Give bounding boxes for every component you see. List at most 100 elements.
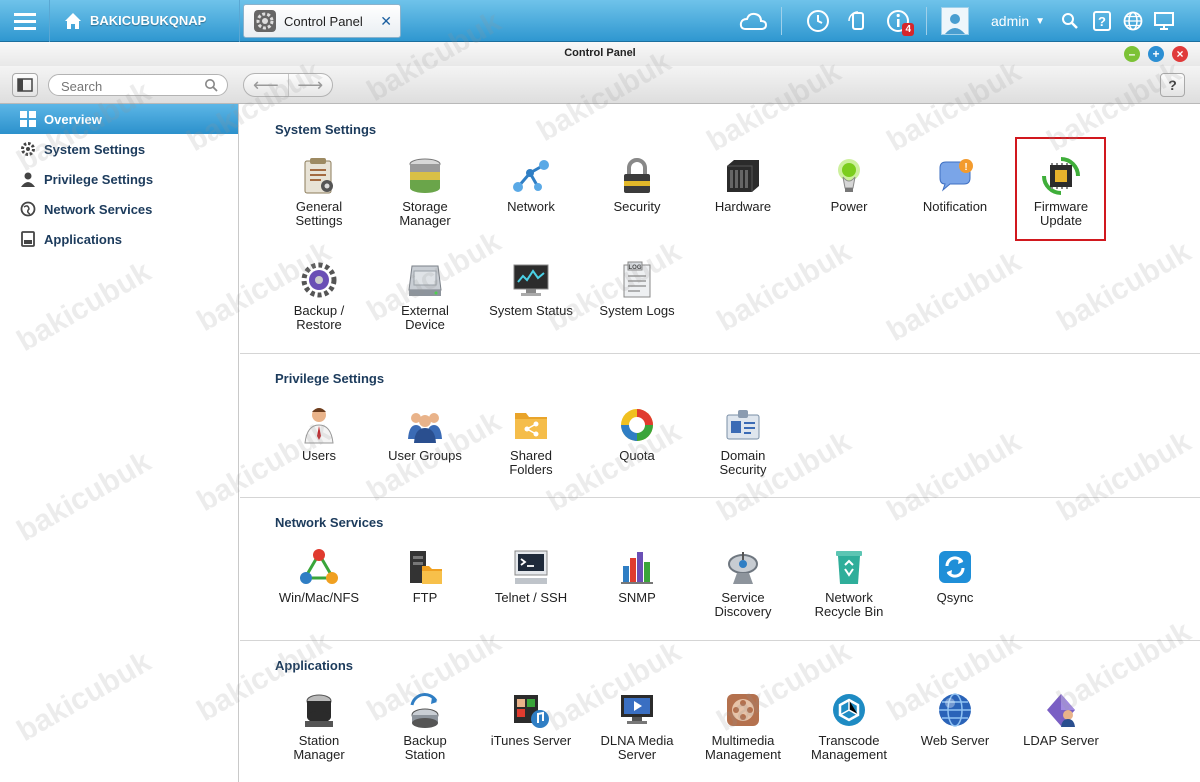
network-recycle-bin-item[interactable]: Network Recycle Bin [796,547,902,619]
item-label: Hardware [714,199,772,214]
hamburger-icon [13,12,36,30]
search-button[interactable] [1053,0,1087,42]
back-arrow-icon[interactable]: ⟵ [244,74,289,96]
tab-label: Control Panel [284,13,363,29]
hardware-item[interactable]: Hardware [690,156,796,214]
itunes-server-item[interactable]: iTunes Server [478,690,584,748]
storage-manager-icon [405,156,445,196]
item-label: iTunes Server [490,733,572,748]
ldap-server-item[interactable]: LDAP Server [1008,690,1114,748]
station-manager-icon [299,690,339,730]
item-label: Backup Station [403,733,447,762]
window-title-bar: Control Panel – + × [0,42,1200,66]
gear-icon [21,142,35,156]
backup-restore-icon [299,260,339,300]
background-tasks-button[interactable] [798,0,838,42]
desktop-options-button[interactable] [1149,0,1179,42]
recycle-bin-icon [829,547,869,587]
minimize-button[interactable]: – [1124,46,1140,62]
domain-security-item[interactable]: Domain Security [690,405,796,477]
home-icon [65,12,81,29]
multimedia-management-item[interactable]: Multimedia Management [690,690,796,762]
item-label: Security [613,199,661,214]
telnet-ssh-item[interactable]: Telnet / SSH [478,547,584,605]
power-bulb-icon [829,156,869,196]
backup-restore-item[interactable]: Backup / Restore [266,260,372,332]
sidebar-item-privilege-settings[interactable]: Privilege Settings [0,164,238,194]
sidebar-item-label: Applications [44,231,123,247]
external-device-item[interactable]: External Device [372,260,478,332]
transcode-icon [829,690,869,730]
section-privilege-settings: Privilege Settings Users User Groups Sha… [240,355,1200,498]
item-label: General Settings [295,199,343,228]
system-status-item[interactable]: System Status [478,260,584,318]
item-label: Service Discovery [714,590,772,619]
svg-text:!: ! [964,162,967,173]
notification-item[interactable]: ! Notification [902,156,1008,214]
ftp-item[interactable]: FTP [372,547,478,605]
sidebar-item-applications[interactable]: Applications [0,224,238,254]
section-network-services: Network Services Win/Mac/NFS FTP Telnet … [240,499,1200,641]
station-manager-item[interactable]: Station Manager [266,690,372,762]
quota-item[interactable]: Quota [584,405,690,463]
event-notifications-button[interactable]: 4 [878,0,918,42]
qsync-item[interactable]: Qsync [902,547,1008,605]
win-mac-nfs-item[interactable]: Win/Mac/NFS [266,547,372,605]
search-input[interactable] [61,77,201,95]
item-label: Shared Folders [509,448,553,477]
item-label: Storage Manager [399,199,451,228]
item-label: FTP [412,590,438,605]
help-button[interactable]: ? [1160,73,1185,97]
monitor-icon [511,260,551,300]
external-device-button[interactable] [838,0,878,42]
file-protocol-icon [299,547,339,587]
web-server-item[interactable]: Web Server [902,690,1008,748]
forward-arrow-icon[interactable]: ⟶ [289,74,333,96]
item-label: Domain Security [719,448,767,477]
sidebar-item-system-settings[interactable]: System Settings [0,134,238,164]
sidebar-item-overview[interactable]: Overview [0,104,238,134]
sidebar-item-label: Network Services [44,201,153,217]
storage-manager-item[interactable]: Storage Manager [372,156,478,228]
user-groups-item[interactable]: User Groups [372,405,478,463]
user-group-icon [405,405,445,445]
cloud-button[interactable] [733,0,773,42]
user-avatar[interactable] [941,7,969,35]
language-button[interactable] [1117,0,1149,42]
network-item[interactable]: Network [478,156,584,214]
section-title: System Settings [275,122,377,137]
system-logs-item[interactable]: LOG System Logs [584,260,690,318]
tab-control-panel[interactable]: Control Panel ✕ [243,4,401,38]
item-label: Telnet / SSH [494,590,568,605]
chevron-down-icon[interactable]: ▼ [1035,16,1045,27]
notification-count-badge: 4 [902,23,914,36]
security-item[interactable]: Security [584,156,690,214]
help-icon: ? [1093,11,1112,31]
snmp-item[interactable]: SNMP [584,547,690,605]
item-label: Power [830,199,868,214]
dlna-media-server-item[interactable]: DLNA Media Server [584,690,690,762]
general-settings-item[interactable]: General Settings [266,156,372,228]
search-icon[interactable] [204,78,218,92]
maximize-button[interactable]: + [1148,46,1164,62]
users-item[interactable]: Users [266,405,372,463]
section-system-settings: System Settings General Settings Storage… [240,104,1200,354]
service-discovery-item[interactable]: Service Discovery [690,547,796,619]
shared-folders-item[interactable]: Shared Folders [478,405,584,477]
user-menu[interactable]: admin [991,13,1029,29]
backup-station-item[interactable]: Backup Station [372,690,478,762]
sidebar-item-network-services[interactable]: Network Services [0,194,238,224]
help-button[interactable]: ? [1087,0,1117,42]
close-tab-icon[interactable]: ✕ [380,13,392,30]
toggle-sidebar-button[interactable] [12,73,38,97]
plus-icon: + [1152,47,1160,61]
power-item[interactable]: Power [796,156,902,214]
main-menu-button[interactable] [0,0,50,42]
lock-icon [617,156,657,196]
home-button[interactable]: BAKICUBUKQNAP [50,0,240,42]
shared-folder-icon [511,405,551,445]
transcode-management-item[interactable]: Transcode Management [796,690,902,762]
item-label: Users [302,448,336,463]
close-window-button[interactable]: × [1172,46,1188,62]
close-icon: × [1176,47,1184,61]
